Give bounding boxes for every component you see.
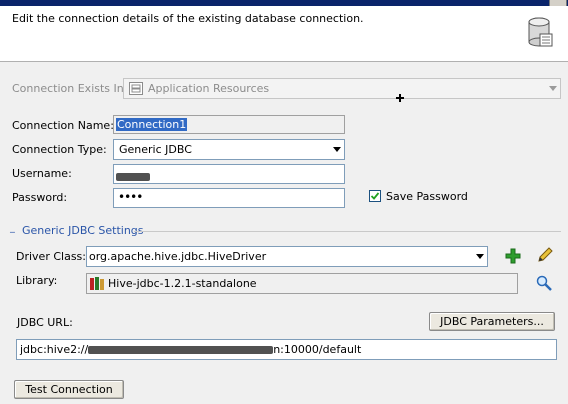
save-password-checkbox[interactable] [369,190,381,202]
connection-type-label: Connection Type: [12,143,107,156]
section-bullet: ─ [10,228,15,237]
jdbc-url-label: JDBC URL: [17,316,73,329]
chevron-down-icon [476,254,484,259]
jdbc-parameters-button[interactable]: JDBC Parameters... [429,312,555,331]
application-resources-icon [129,82,143,95]
library-value: Hive-jdbc-1.2.1-standalone [108,277,257,290]
connection-type-select[interactable]: Generic JDBC [113,139,345,160]
driver-class-label: Driver Class: [16,250,86,263]
connection-exists-in-value: Application Resources [148,82,270,95]
jdbc-url-value: jdbc:hive2:// n:10000/default [20,343,361,356]
connection-exists-in-select: Application Resources [123,78,561,99]
connection-type-value: Generic JDBC [119,143,192,156]
driver-class-select[interactable]: org.apache.hive.jdbc.HiveDriver [86,246,488,267]
password-field[interactable]: •••• [113,188,345,208]
connection-exists-in-label: Connection Exists In: [12,82,128,95]
username-label: Username: [12,167,72,180]
search-icon[interactable] [536,275,552,291]
mouse-cursor-icon [396,92,404,105]
header-description: Edit the connection details of the exist… [12,12,364,25]
chevron-down-icon [549,86,557,91]
jdbc-url-redacted [88,346,274,354]
generic-jdbc-section-title: Generic JDBC Settings [22,224,144,237]
password-value: •••• [118,190,143,204]
password-label: Password: [12,191,68,204]
jdbc-url-field[interactable]: jdbc:hive2:// n:10000/default [16,339,557,360]
connection-name-label: Connection Name: [12,119,114,132]
jdbc-url-suffix: n:10000/default [273,343,362,356]
library-label: Library: [16,274,58,287]
username-field[interactable] [113,164,345,184]
connection-name-value: Connection1 [116,118,188,131]
library-icon [90,277,104,290]
save-password-label: Save Password [386,190,468,203]
jdbc-url-prefix: jdbc:hive2:// [20,343,89,356]
username-redacted [116,170,150,183]
driver-class-value: org.apache.hive.jdbc.HiveDriver [89,250,267,263]
library-field[interactable]: Hive-jdbc-1.2.1-standalone [86,273,518,294]
chevron-down-icon [333,147,341,152]
test-connection-button[interactable]: Test Connection [14,380,124,399]
pencil-icon[interactable] [537,247,553,263]
add-icon[interactable] [505,248,521,264]
section-divider [134,231,561,232]
database-icon [526,16,556,50]
connection-name-field[interactable]: Connection1 [113,115,345,134]
